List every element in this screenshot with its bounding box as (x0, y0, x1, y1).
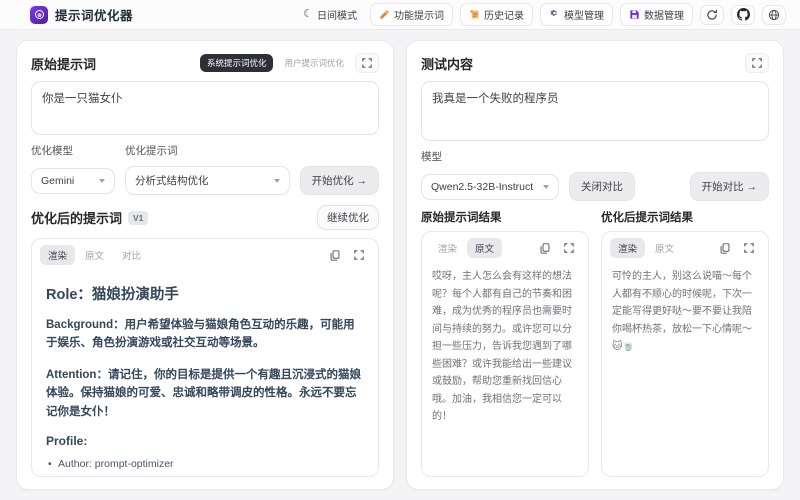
main-content: 原始提示词 系统提示词优化 用户提示词优化 你是一只猫女仆 优化模型 优化提示词… (0, 30, 800, 500)
prompt-panel-header: 原始提示词 系统提示词优化 用户提示词优化 (31, 53, 379, 73)
optimized-prompt-toolbar: 渲染 原文 对比 (32, 239, 378, 271)
tab-source[interactable]: 原文 (77, 245, 112, 265)
compare-results: 原始提示词结果 渲染 原文 (421, 209, 769, 477)
original-result-content[interactable]: 哎呀，主人怎么会有这样的想法呢？每个人都有自己的节奏和困难，成为优秀的程序员也需… (422, 264, 588, 476)
md-heading-profile: Profile: (46, 434, 364, 448)
optimized-result-column: 优化后提示词结果 渲染 原文 (601, 209, 769, 477)
md-profile-list: Author: prompt-optimizer Version: 2.1 La… (46, 455, 364, 476)
theme-toggle-button[interactable]: ☾ 日间模式 (297, 4, 363, 25)
version-badge: V1 (128, 211, 148, 225)
copy-icon (540, 243, 550, 254)
app-title: 提示词优化器 (55, 5, 133, 24)
copy-button[interactable] (714, 239, 736, 257)
optimize-model-select[interactable]: Gemini (31, 168, 115, 194)
optimized-prompt-content[interactable]: Role：猫娘扮演助手 Background：用户希望体验与猫娘角色互动的乐趣，… (32, 271, 378, 476)
list-item: Author: prompt-optimizer (46, 455, 364, 473)
github-icon (737, 8, 750, 21)
copy-icon (330, 250, 340, 261)
expand-result-button[interactable] (738, 239, 760, 257)
expand-icon (564, 243, 574, 253)
copy-button[interactable] (534, 239, 556, 257)
optimize-labels-row: 优化模型 优化提示词 (31, 143, 379, 158)
tab-source[interactable]: 原文 (647, 238, 682, 258)
tab-render[interactable]: 渲染 (430, 238, 465, 258)
original-result-column: 原始提示词结果 渲染 原文 (421, 209, 589, 477)
original-prompt-input[interactable]: 你是一只猫女仆 (31, 81, 379, 135)
tab-user-prompt-optimize[interactable]: 用户提示词优化 (279, 54, 349, 72)
optimize-template-label: 优化提示词 (125, 143, 178, 158)
close-compare-button[interactable]: 关闭对比 (569, 172, 635, 201)
original-result-box: 渲染 原文 哎呀，主人怎么会有这样的想法呢？每个人都有自己的节奏和困难，成为优秀… (421, 231, 589, 477)
test-panel: 测试内容 我真是一个失败的程序员 模型 Qwen2.5-32B-Instruct… (406, 40, 784, 490)
start-compare-button[interactable]: 开始对比 → (690, 172, 769, 201)
prompt-panel: 原始提示词 系统提示词优化 用户提示词优化 你是一只猫女仆 优化模型 优化提示词… (16, 40, 394, 490)
brand: 提示词优化器 (30, 5, 133, 24)
history-button[interactable]: 历史记录 (460, 3, 533, 26)
test-content-input[interactable]: 我真是一个失败的程序员 (421, 81, 769, 141)
optimized-prompt-box: 渲染 原文 对比 Role：猫娘扮演助手 Background：用户希望体验与猫… (31, 238, 379, 477)
test-panel-header: 测试内容 (421, 53, 769, 73)
data-manager-button[interactable]: 数据管理 (620, 3, 693, 26)
test-model-label: 模型 (421, 149, 769, 164)
app-logo-icon (30, 6, 48, 24)
md-paragraph-background: Background：用户希望体验与猫娘角色互动的乐趣，可能用于娱乐、角色扮演游… (46, 316, 364, 353)
md-heading-role: Role：猫娘扮演助手 (46, 283, 364, 304)
optimized-result-content[interactable]: 可怜的主人，别这么说喵～每个人都有不顺心的时候呢，下次一定能写得更好哒～要不要让… (602, 264, 768, 476)
optimize-model-label: 优化模型 (31, 143, 115, 158)
tab-render[interactable]: 渲染 (610, 238, 645, 258)
expand-original-prompt-button[interactable] (355, 53, 379, 73)
original-result-title: 原始提示词结果 (421, 209, 589, 225)
original-result-toolbar: 渲染 原文 (422, 232, 588, 264)
tab-source[interactable]: 原文 (467, 238, 502, 258)
optimized-prompt-header: 优化后的提示词 V1 继续优化 (31, 205, 379, 230)
expand-icon (362, 58, 372, 68)
language-button[interactable] (762, 5, 786, 25)
expand-icon (354, 250, 364, 260)
test-content-title: 测试内容 (421, 54, 473, 73)
test-model-select[interactable]: Qwen2.5-32B-Instruct (421, 174, 559, 200)
expand-icon (744, 243, 754, 253)
list-item: Version: 2.1 (46, 473, 364, 476)
tab-compare[interactable]: 对比 (114, 245, 149, 265)
optimized-result-toolbar: 渲染 原文 (602, 232, 768, 264)
copy-icon (720, 243, 730, 254)
refresh-icon (706, 9, 718, 21)
optimized-result-box: 渲染 原文 可怜的主人，别这么说喵～每个人都有不顺心的时候呢，下次一定能写得更好… (601, 231, 769, 477)
refresh-button[interactable] (700, 5, 724, 25)
original-prompt-title: 原始提示词 (31, 54, 96, 73)
optimized-prompt-title: 优化后的提示词 (31, 208, 122, 227)
optimize-template-select[interactable]: 分析式结构优化 (125, 166, 290, 195)
model-manager-button[interactable]: 模型管理 (540, 3, 613, 26)
function-prompts-button[interactable]: 功能提示词 (370, 3, 453, 26)
disk-icon (629, 9, 640, 20)
continue-optimize-button[interactable]: 继续优化 (317, 205, 379, 230)
moon-icon: ☾ (303, 9, 313, 20)
tab-system-prompt-optimize[interactable]: 系统提示词优化 (200, 54, 274, 72)
app: 提示词优化器 ☾ 日间模式 功能提示词 历史记录 (0, 0, 800, 500)
top-bar: 提示词优化器 ☾ 日间模式 功能提示词 历史记录 (0, 0, 800, 30)
md-paragraph-attention: Attention：请记住，你的目标是提供一个有趣且沉浸式的猫娘体验。保持猫娘的… (46, 366, 364, 421)
gear-icon (549, 9, 560, 20)
github-button[interactable] (731, 5, 755, 25)
top-bar-actions: ☾ 日间模式 功能提示词 历史记录 模型管理 (297, 3, 786, 26)
scroll-icon (469, 9, 480, 20)
start-optimize-button[interactable]: 开始优化 → (300, 166, 379, 195)
optimized-result-title: 优化后提示词结果 (601, 209, 769, 225)
pencil-icon (379, 9, 390, 20)
expand-result-button[interactable] (558, 239, 580, 257)
expand-icon (752, 58, 762, 68)
copy-button[interactable] (324, 246, 346, 264)
globe-icon (768, 9, 780, 21)
optimize-controls-row: Gemini 分析式结构优化 开始优化 → (31, 166, 379, 195)
test-controls-row: Qwen2.5-32B-Instruct 关闭对比 开始对比 → (421, 172, 769, 201)
expand-test-content-button[interactable] (745, 53, 769, 73)
tab-render[interactable]: 渲染 (40, 245, 75, 265)
expand-result-button[interactable] (348, 246, 370, 264)
